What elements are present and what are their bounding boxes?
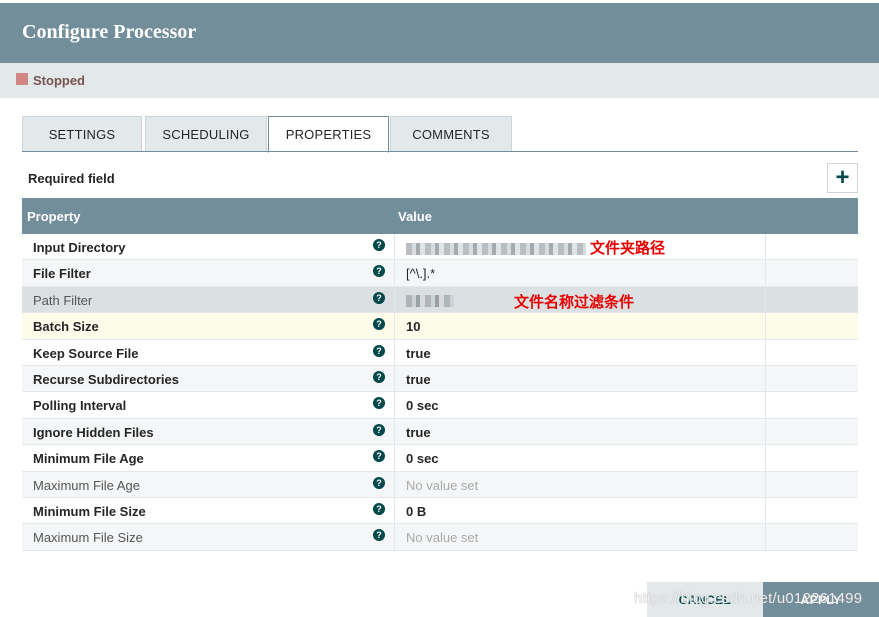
- column-divider: [765, 418, 766, 445]
- redacted-value: [406, 242, 586, 255]
- annotation-path-filter: 文件名称过滤条件: [514, 294, 635, 311]
- column-divider: [394, 418, 395, 445]
- column-divider: [394, 497, 395, 524]
- table-row[interactable]: Batch Size? 10: [22, 313, 858, 340]
- property-value[interactable]: 10: [406, 319, 420, 334]
- help-icon[interactable]: ?: [373, 318, 385, 331]
- properties-table: Input Directory? File Filter? [^\.].* Path …: [22, 234, 858, 551]
- column-header-property: Property: [27, 209, 81, 224]
- table-row[interactable]: Path Filter?: [22, 286, 858, 314]
- dialog-header: Configure Processor: [0, 0, 879, 63]
- property-value[interactable]: [406, 293, 454, 308]
- table-row[interactable]: File Filter? [^\.].*: [22, 260, 858, 287]
- column-divider: [765, 365, 766, 392]
- property-value[interactable]: 0 B: [406, 504, 426, 519]
- dialog-title: Configure Processor: [22, 21, 197, 43]
- help-icon[interactable]: ?: [373, 423, 385, 436]
- status-text: Stopped: [33, 73, 85, 88]
- column-divider: [394, 445, 395, 471]
- help-icon[interactable]: ?: [373, 239, 385, 251]
- tab-properties[interactable]: PROPERTIES: [268, 116, 389, 153]
- column-divider: [765, 260, 766, 286]
- stopped-icon: [16, 73, 28, 85]
- tab-comments[interactable]: COMMENTS: [390, 116, 512, 152]
- property-name: File Filter: [33, 266, 91, 282]
- property-name: Maximum File Age: [33, 477, 140, 493]
- column-divider: [765, 445, 766, 471]
- column-divider: [394, 286, 395, 313]
- property-name: Keep Source File: [33, 345, 139, 361]
- help-icon[interactable]: ?: [373, 502, 385, 515]
- property-value[interactable]: 0 sec: [406, 398, 439, 413]
- table-row[interactable]: Recurse Subdirectories? true: [22, 365, 858, 393]
- property-value[interactable]: true: [406, 372, 431, 387]
- column-divider: [394, 313, 395, 339]
- table-row[interactable]: Input Directory?: [22, 234, 858, 261]
- status-bar: Stopped: [0, 63, 879, 98]
- help-icon[interactable]: ?: [373, 450, 385, 463]
- tab-scheduling[interactable]: SCHEDULING: [145, 116, 267, 152]
- column-divider: [394, 471, 395, 497]
- column-divider: [765, 497, 766, 524]
- column-divider: [765, 313, 766, 339]
- column-divider: [765, 339, 766, 365]
- table-row[interactable]: Maximum File Age? No value set: [22, 471, 858, 498]
- column-divider: [765, 286, 766, 313]
- help-icon[interactable]: ?: [373, 344, 385, 357]
- property-value[interactable]: 0 sec: [406, 451, 439, 466]
- property-name: Maximum File Size: [33, 530, 143, 546]
- column-divider: [394, 339, 395, 365]
- property-name: Input Directory: [33, 240, 126, 255]
- tab-underline: [22, 151, 858, 152]
- table-header: Property Value: [22, 198, 858, 234]
- table-row[interactable]: Minimum File Size? 0 B: [22, 497, 858, 525]
- help-icon[interactable]: ?: [373, 265, 385, 278]
- table-row[interactable]: Keep Source File? true: [22, 339, 858, 366]
- required-field-label: Required field: [28, 171, 115, 186]
- property-value[interactable]: No value set: [406, 478, 478, 493]
- tab-settings[interactable]: SETTINGS: [22, 116, 142, 152]
- property-name: Recurse Subdirectories: [33, 371, 179, 387]
- annotation-input-directory: 文件夹路径: [590, 240, 666, 257]
- help-icon[interactable]: ?: [373, 370, 385, 383]
- column-header-value: Value: [398, 209, 432, 224]
- column-divider: [394, 260, 395, 286]
- property-name: Batch Size: [33, 319, 99, 335]
- property-name: Ignore Hidden Files: [33, 424, 154, 440]
- table-row[interactable]: Minimum File Age? 0 sec: [22, 445, 858, 472]
- property-value[interactable]: true: [406, 346, 431, 361]
- plus-icon: +: [835, 164, 850, 191]
- property-name: Path Filter: [33, 292, 93, 308]
- help-icon[interactable]: ?: [373, 397, 385, 410]
- help-icon[interactable]: ?: [373, 529, 385, 542]
- column-divider: [394, 365, 395, 392]
- property-name: Minimum File Age: [33, 451, 144, 467]
- column-divider: [765, 392, 766, 418]
- property-name: Minimum File Size: [33, 503, 146, 519]
- add-property-button[interactable]: +: [827, 163, 858, 193]
- property-name: Polling Interval: [33, 398, 127, 414]
- column-divider: [394, 524, 395, 550]
- property-value[interactable]: [406, 240, 586, 255]
- table-row[interactable]: Ignore Hidden Files? true: [22, 418, 858, 446]
- column-divider: [765, 524, 766, 550]
- table-row[interactable]: Polling Interval? 0 sec: [22, 392, 858, 419]
- property-value[interactable]: [^\.].*: [406, 266, 435, 281]
- column-divider: [765, 471, 766, 497]
- help-icon[interactable]: ?: [373, 476, 385, 489]
- help-icon[interactable]: ?: [373, 291, 385, 304]
- property-value[interactable]: No value set: [406, 530, 478, 545]
- column-divider: [765, 234, 766, 260]
- property-value[interactable]: true: [406, 425, 431, 440]
- watermark: https://blog.csdn.net/u012261499: [634, 590, 863, 607]
- redacted-value: [406, 295, 454, 308]
- table-row[interactable]: Maximum File Size? No value set: [22, 524, 858, 551]
- column-divider: [394, 392, 395, 418]
- column-divider: [394, 234, 395, 260]
